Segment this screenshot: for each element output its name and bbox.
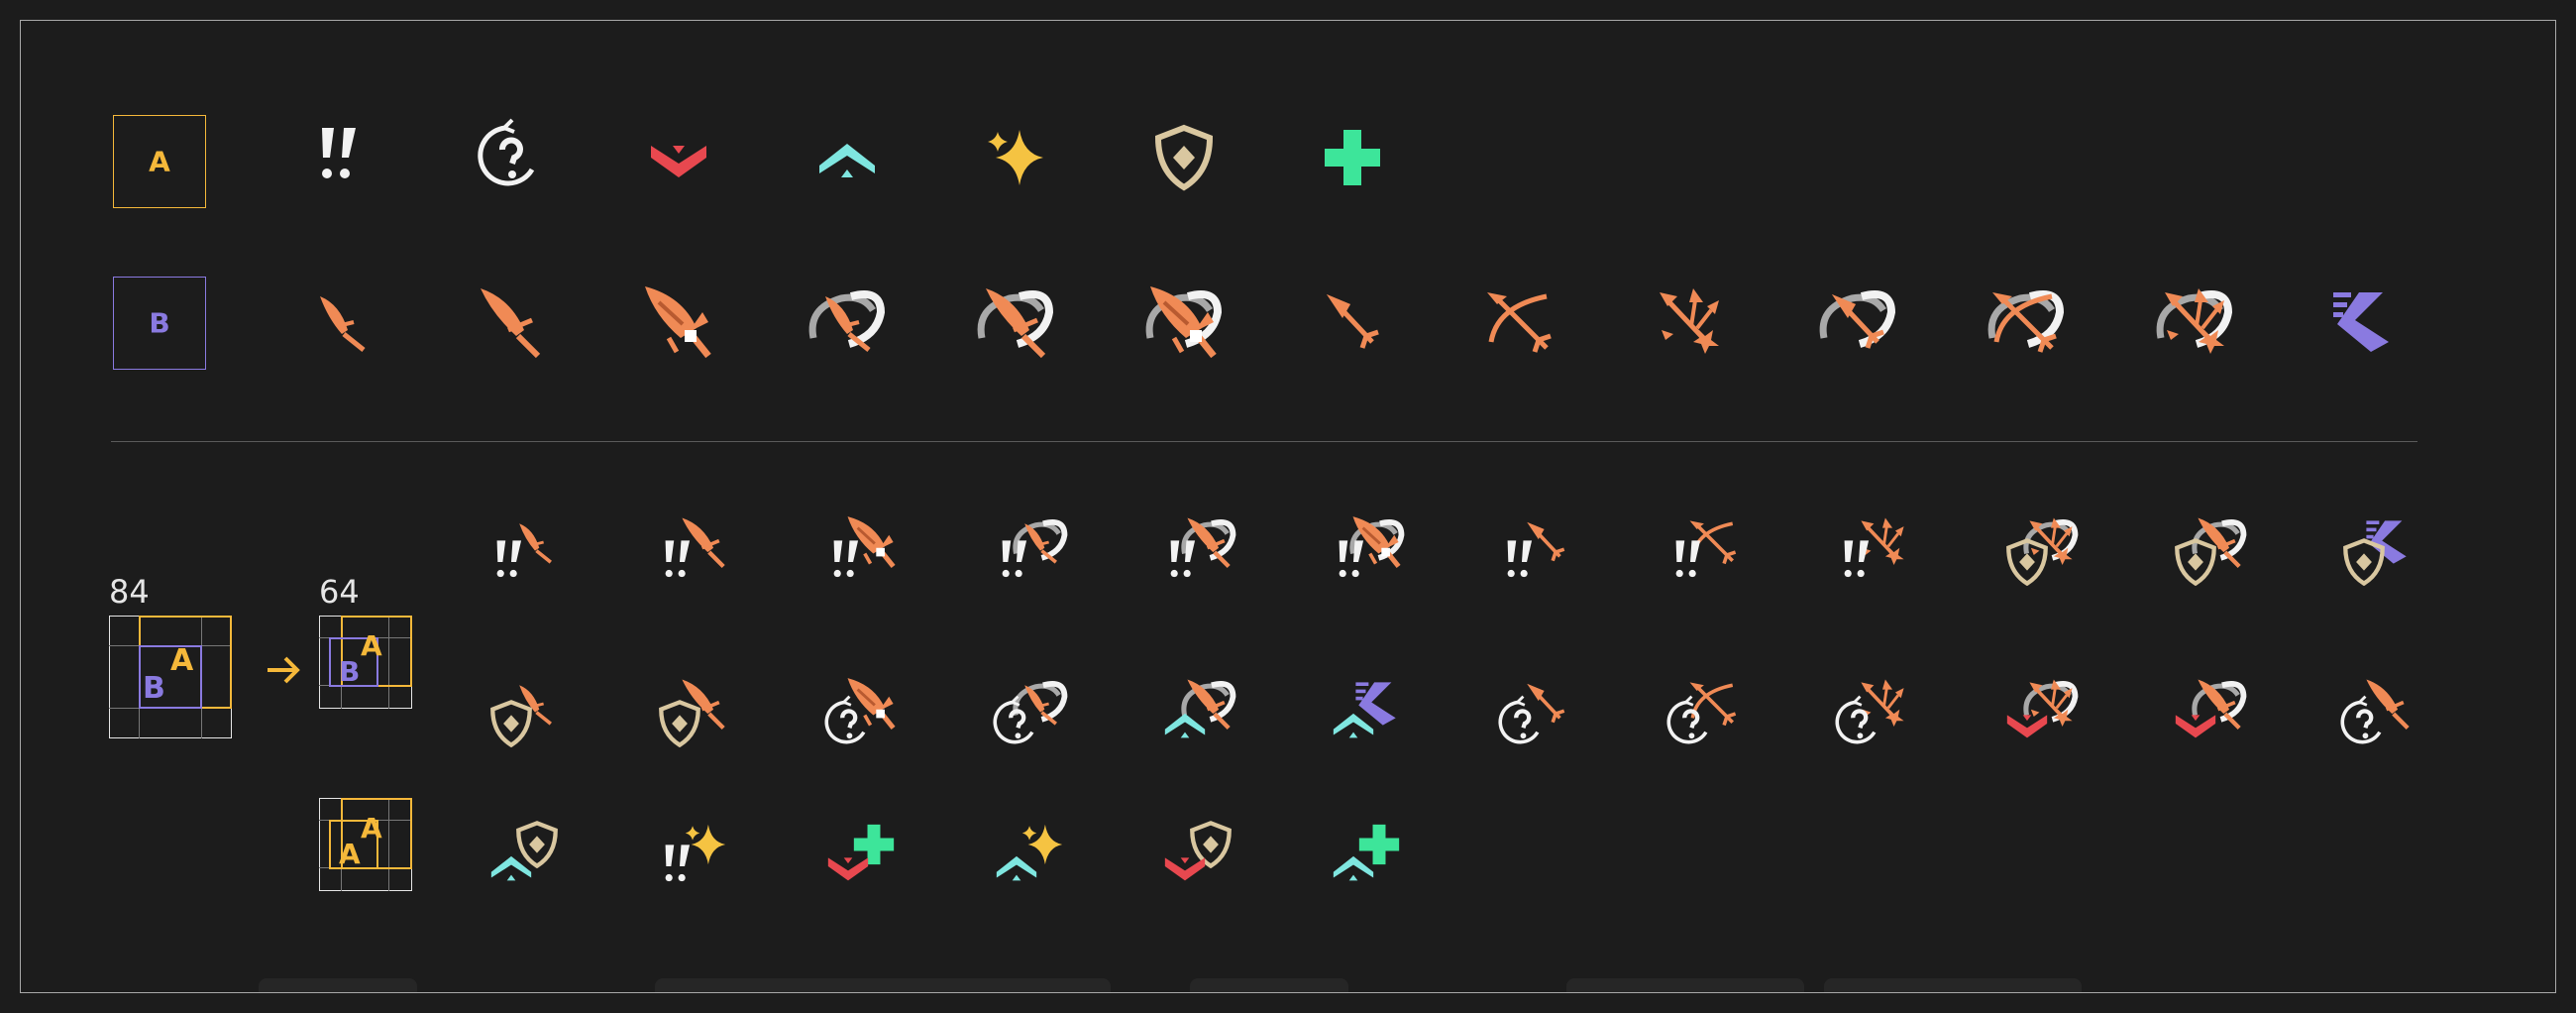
frame-bump [1824,978,2082,992]
arrow-icon [1305,275,1400,370]
slot-a-label: A [149,145,170,178]
multi-arrow-swing-icon [2147,275,2242,370]
exclamation-sword-icon [665,503,741,578]
exclamation-sword-swing-icon [1170,503,1246,578]
question-arrow-icon [1488,682,1566,759]
chevron-up-shield-icon [490,807,573,881]
legend-a-mark: A [339,838,361,870]
legend-b-mark: B [143,671,165,706]
question-cleaver-icon [814,664,910,759]
legend-84: A B [109,616,232,738]
plus-icon [1325,130,1380,185]
legend-64-bottom: A A [319,798,412,891]
chevron-down-multi-arrow-swing-icon [2006,677,2089,738]
size-label-small: 64 [319,573,360,611]
multi-arrow-icon [1642,275,1737,370]
question-cycle-icon [463,110,558,205]
bow-icon [1473,275,1568,370]
shield-dash-icon [2330,520,2407,598]
bow-swing-icon [1979,275,2074,370]
chevron-down-sword-swing-icon [2175,664,2257,738]
question-bow-icon [1657,680,1738,759]
frame-bump [655,978,1111,992]
sword-swing-icon [968,275,1063,370]
exclamation-arrow-icon [1507,520,1566,578]
shield-icon [1136,110,1232,205]
exclamation-multi-arrow-icon [1844,515,1906,578]
slot-b-box: B [113,277,206,370]
frame-bump [259,978,417,992]
exclamation-sparkle-icon [665,824,726,882]
sword-icon [463,275,558,370]
sparkle-icon [988,130,1043,185]
frame-bump [1566,978,1804,992]
shield-sword-icon [646,664,741,759]
legend-a-mark: A [170,643,194,678]
shield-multi-arrow-swing-icon [1993,515,2089,598]
dagger-swing-icon [800,275,895,370]
chevron-up-icon [819,144,875,177]
legend-64-top: A B [319,616,412,709]
exclamation-bow-icon [1675,518,1738,578]
cleaver-icon [631,275,726,370]
size-label-large: 84 [109,573,150,611]
shield-dagger-icon [478,683,553,759]
arrow-swing-icon [1810,275,1905,370]
section-divider [111,441,2417,442]
chevron-up-dash-icon [1333,682,1396,738]
exclamation-dagger-icon [496,521,553,578]
slot-a-box: A [113,115,206,208]
dash-icon [2333,292,2389,352]
exclamation-icon [322,128,356,178]
legend-a-mark: A [361,812,382,844]
chevron-up-plus-icon [1333,824,1400,881]
arrow-right-icon [268,656,300,684]
shield-sword-swing-icon [2162,503,2257,598]
question-dagger-swing-icon [983,664,1078,759]
legend-b-mark: B [339,655,361,688]
chevron-up-sword-swing-icon [1164,664,1246,738]
exclamation-cleaver-swing-icon [1339,503,1415,578]
chevron-down-plus-icon [827,824,895,881]
slot-b-label: B [149,306,170,340]
exclamation-cleaver-icon [833,503,910,578]
chevron-down-icon [651,146,706,177]
question-multi-arrow-icon [1825,677,1906,759]
exclamation-dagger-swing-icon [1002,503,1078,578]
chevron-down-shield-icon [1164,807,1246,881]
chevron-up-sparkle-icon [996,824,1063,881]
legend-a-mark: A [361,629,382,662]
question-sword-icon [2330,664,2425,759]
dagger-icon [294,275,389,370]
cleaver-swing-icon [1136,275,1232,370]
frame-bump [1190,978,1348,992]
